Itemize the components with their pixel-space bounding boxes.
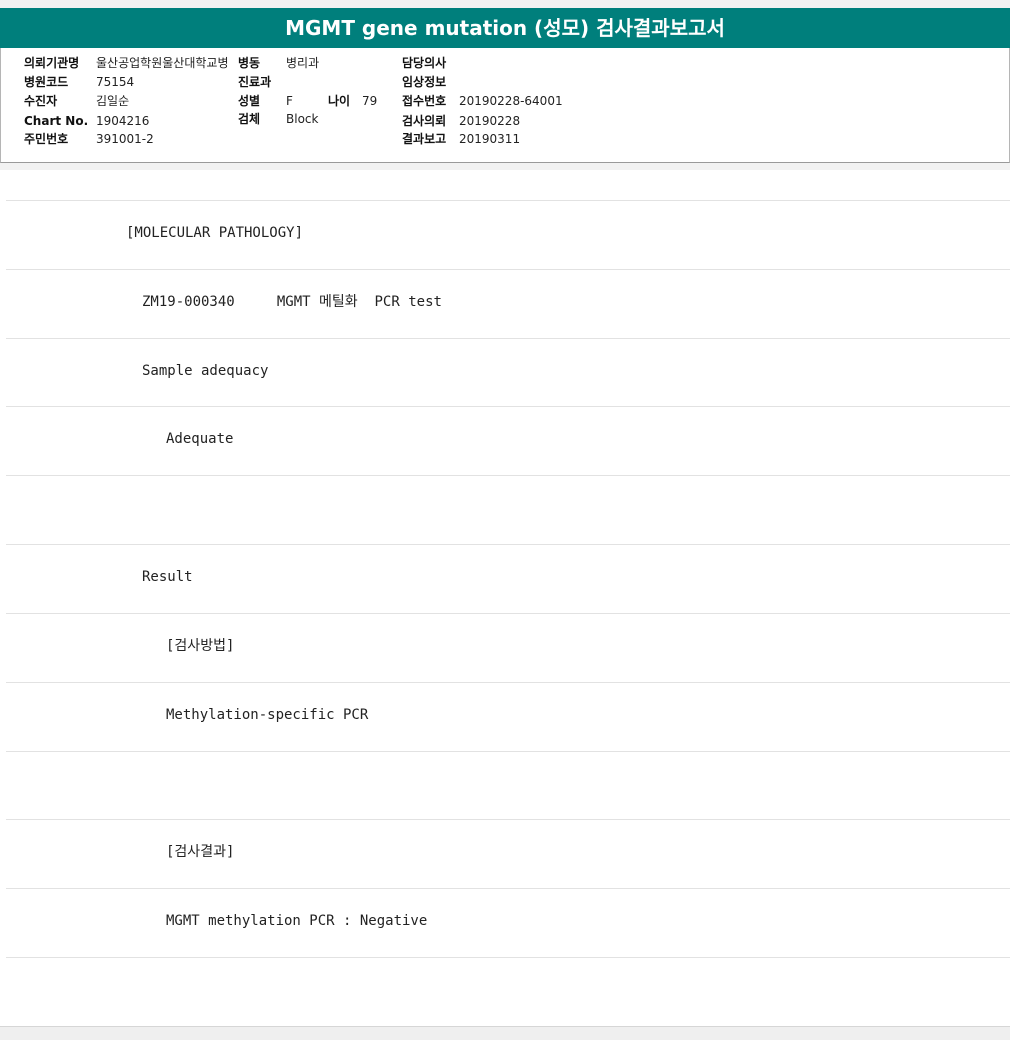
report-line: Adequate <box>6 406 1010 474</box>
institution-label: 의뢰기관명 <box>24 56 80 70</box>
method-value: Methylation-specific PCR <box>166 707 369 723</box>
report-date-label: 결과보고 <box>402 132 447 146</box>
patient-label: 수진자 <box>24 94 58 108</box>
patient-info-panel: 의뢰기관명 울산공업학원울산대학교병 병동 병리과 담당의사 병원코드 7515… <box>0 48 1010 163</box>
chart-no-label: Chart No. <box>24 114 89 128</box>
report-date-value: 20190311 <box>459 132 521 146</box>
hospital-code-label: 병원코드 <box>24 75 69 89</box>
report-line <box>6 957 1010 1025</box>
report-body: [MOLECULAR PATHOLOGY] ZM19-000340 MGMT 메… <box>0 170 1010 1026</box>
report-line <box>6 751 1010 819</box>
result-heading: [검사결과] <box>166 844 235 860</box>
result-label: Result <box>142 569 193 585</box>
specimen-value: Block <box>286 112 319 126</box>
report-line <box>6 170 1010 200</box>
receipt-no-label: 접수번호 <box>402 94 447 108</box>
request-date-value: 20190228 <box>459 114 521 128</box>
department-label: 진료과 <box>238 75 272 89</box>
attending-doctor-label: 담당의사 <box>402 56 447 70</box>
report-line: Methylation-specific PCR <box>6 682 1010 750</box>
age-value: 79 <box>362 94 378 108</box>
hospital-code-value: 75154 <box>96 75 135 89</box>
ward-label: 병동 <box>238 56 261 70</box>
report-line: [검사방법] <box>6 613 1010 681</box>
result-value: MGMT methylation PCR : Negative <box>166 913 428 929</box>
clinical-info-label: 임상정보 <box>402 75 447 89</box>
report-line: Result <box>6 544 1010 612</box>
report-line <box>6 475 1010 543</box>
resident-no-label: 주민번호 <box>24 132 69 146</box>
report-line: [검사결과] <box>6 819 1010 887</box>
sex-label: 성별 <box>238 94 261 108</box>
ward-value: 병리과 <box>286 56 320 70</box>
sex-value: F <box>286 94 293 108</box>
chart-no-value: 1904216 <box>96 114 150 128</box>
report-line: MGMT methylation PCR : Negative <box>6 888 1010 956</box>
age-label: 나이 <box>328 94 351 108</box>
receipt-no-value: 20190228-64001 <box>459 94 563 108</box>
section-heading: [MOLECULAR PATHOLOGY] <box>126 225 304 241</box>
method-heading: [검사방법] <box>166 638 235 654</box>
institution-value: 울산공업학원울산대학교병 <box>96 56 229 70</box>
report-line: ZM19-000340 MGMT 메틸화 PCR test <box>6 269 1010 337</box>
report-page: MGMT gene mutation (성모) 검사결과보고서 의뢰기관명 울산… <box>0 0 1010 1040</box>
report-title: MGMT gene mutation (성모) 검사결과보고서 <box>0 8 1010 48</box>
sample-adequacy-label: Sample adequacy <box>142 363 269 379</box>
test-name: ZM19-000340 MGMT 메틸화 PCR test <box>142 294 442 310</box>
footer-divider <box>0 1026 1010 1040</box>
report-line: Sample adequacy <box>6 338 1010 406</box>
patient-value: 김일순 <box>96 94 130 108</box>
specimen-label: 검체 <box>238 112 261 126</box>
report-line: [MOLECULAR PATHOLOGY] <box>6 200 1010 268</box>
resident-no-value: 391001-2 <box>96 132 154 146</box>
request-date-label: 검사의뢰 <box>402 114 447 128</box>
sample-adequacy-value: Adequate <box>166 431 234 447</box>
